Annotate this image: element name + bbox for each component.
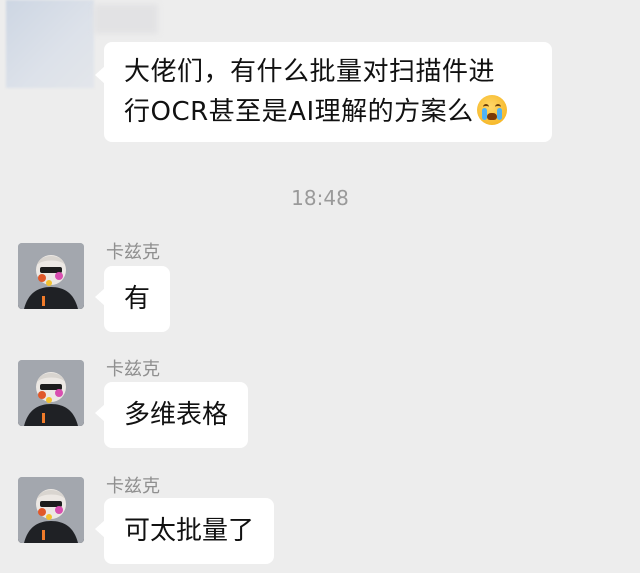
- avatar[interactable]: [18, 243, 84, 309]
- crying-face-icon: [476, 95, 507, 125]
- message-text: 有: [124, 284, 151, 314]
- avatar[interactable]: [18, 360, 84, 426]
- blurred-nickname: [94, 4, 158, 34]
- sender-name: 卡兹克: [106, 476, 160, 497]
- avatar-portrait-icon: [18, 243, 84, 309]
- message-bubble[interactable]: 多维表格: [94, 382, 249, 448]
- sender-name: 卡兹克: [106, 359, 160, 380]
- avatar[interactable]: [18, 477, 84, 543]
- blurred-avatar: [6, 0, 94, 88]
- message-text: 多维表格: [124, 400, 229, 430]
- message-bubble-question[interactable]: 大佬们，有什么批量对扫描件进 行OCR甚至是AI理解的方案么: [95, 42, 552, 142]
- message-text-line-1: 大佬们，有什么批量对扫描件进: [124, 57, 496, 87]
- message-text-line-2: 行OCR甚至是AI理解的方案么: [124, 97, 474, 127]
- avatar-portrait-icon: [18, 360, 84, 426]
- avatar-portrait-icon: [18, 477, 84, 543]
- sender-name: 卡兹克: [106, 242, 160, 263]
- message-text: 可太批量了: [124, 516, 255, 546]
- message-bubble[interactable]: 可太批量了: [94, 498, 275, 564]
- chat-timestamp: 18:48: [291, 186, 349, 210]
- message-bubble[interactable]: 有: [94, 266, 171, 332]
